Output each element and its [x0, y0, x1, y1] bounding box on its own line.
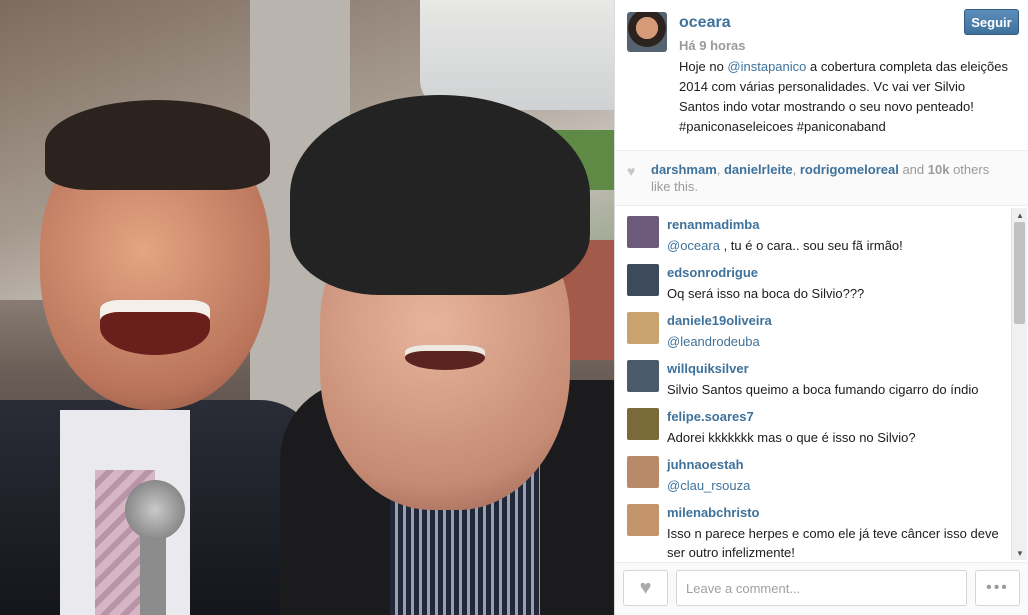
comment-body: Adorei kkkkkkk mas o que é isso no Silvi… — [667, 430, 916, 445]
likes-separator: , — [716, 162, 724, 177]
comment-item: milenabchristo Isso n parece herpes e co… — [615, 496, 1013, 560]
comment-list: renanmadimba @oceara , tu é o cara.. sou… — [615, 208, 1013, 560]
liker-link[interactable]: darshmam — [651, 162, 717, 177]
likes-and: and — [898, 162, 928, 177]
comment-text: @clau_rsouza — [667, 476, 1002, 495]
commenter-username[interactable]: milenabchristo — [667, 505, 759, 520]
post-side-panel: oceara Há 9 horas Seguir Hoje no @instap… — [614, 0, 1028, 615]
photo-microphone — [125, 480, 185, 540]
comment-text: Isso n parece herpes e como ele já teve … — [667, 524, 1002, 560]
commenter-username[interactable]: felipe.soares7 — [667, 409, 754, 424]
commenter-username[interactable]: edsonrodrigue — [667, 265, 758, 280]
likes-text: darshmam, danielrleite, rodrigomeloreal … — [651, 161, 1011, 195]
comment-item: felipe.soares7 Adorei kkkkkkk mas o que … — [615, 400, 1013, 448]
commenter-avatar[interactable] — [627, 312, 659, 344]
likes-summary: ♥ darshmam, danielrleite, rodrigomelorea… — [615, 150, 1028, 206]
photo-background-awning — [420, 0, 614, 110]
comment-item: renanmadimba @oceara , tu é o cara.. sou… — [615, 208, 1013, 256]
more-options-button[interactable]: ••• — [975, 570, 1020, 606]
comment-item: willquiksilver Silvio Santos queimo a bo… — [615, 352, 1013, 400]
commenter-username[interactable]: willquiksilver — [667, 361, 749, 376]
comment-body: , tu é o cara.. sou seu fã irmão! — [719, 238, 903, 253]
author-username[interactable]: oceara — [679, 14, 731, 32]
scrollbar-thumb[interactable] — [1014, 222, 1025, 324]
commenter-avatar[interactable] — [627, 456, 659, 488]
ellipsis-icon: ••• — [986, 579, 1009, 596]
comment-body: Isso n parece herpes e como ele já teve … — [667, 526, 999, 560]
scroll-up-arrow-icon[interactable]: ▲ — [1012, 208, 1028, 222]
caption-text: Hoje no — [679, 59, 728, 74]
comment-item: daniele19oliveira @leandrodeuba — [615, 304, 1013, 352]
liker-link[interactable]: danielrleite — [724, 162, 793, 177]
post-caption: Hoje no @instapanico a cobertura complet… — [679, 57, 1009, 137]
commenter-username[interactable]: daniele19oliveira — [667, 313, 772, 328]
commenter-avatar[interactable] — [627, 264, 659, 296]
photo-microphone-stem — [140, 535, 166, 615]
follow-button[interactable]: Seguir — [964, 9, 1019, 35]
comment-text: Oq será isso na boca do Silvio??? — [667, 284, 1002, 303]
commenter-avatar[interactable] — [627, 504, 659, 536]
comment-mention-link[interactable]: @clau_rsouza — [667, 478, 750, 493]
photo-left-person-hair — [45, 100, 270, 190]
comment-text: @oceara , tu é o cara.. sou seu fã irmão… — [667, 236, 1002, 255]
caption-mention-link[interactable]: @instapanico — [727, 59, 806, 74]
heart-icon: ♥ — [627, 163, 636, 179]
photo-right-person-mouth — [405, 345, 485, 370]
comment-item: edsonrodrigue Oq será isso na boca do Si… — [615, 256, 1013, 304]
comment-input[interactable] — [676, 570, 967, 606]
comment-text: @leandrodeuba — [667, 332, 1002, 351]
comment-text: Adorei kkkkkkk mas o que é isso no Silvi… — [667, 428, 1002, 447]
comment-mention-link[interactable]: @oceara — [667, 238, 720, 253]
photo-left-person-mouth — [100, 300, 210, 355]
comment-body: Silvio Santos queimo a boca fumando ciga… — [667, 382, 979, 397]
comment-body: Oq será isso na boca do Silvio??? — [667, 286, 865, 301]
post-timestamp[interactable]: Há 9 horas — [679, 38, 745, 53]
post-photo[interactable] — [0, 0, 614, 615]
comment-text: Silvio Santos queimo a boca fumando ciga… — [667, 380, 1002, 399]
commenter-avatar[interactable] — [627, 408, 659, 440]
author-avatar[interactable] — [627, 12, 667, 52]
scroll-down-arrow-icon[interactable]: ▼ — [1012, 546, 1028, 560]
likes-separator: , — [792, 162, 800, 177]
liker-link[interactable]: rodrigomeloreal — [800, 162, 899, 177]
commenter-avatar[interactable] — [627, 360, 659, 392]
comment-item: juhnaoestah @clau_rsouza — [615, 448, 1013, 496]
photo-right-person-hair — [290, 95, 590, 295]
comments-scrollbar[interactable]: ▲ ▼ — [1011, 208, 1027, 560]
like-button[interactable]: ♥ — [623, 570, 668, 606]
commenter-avatar[interactable] — [627, 216, 659, 248]
post-footer: ♥ ••• — [615, 562, 1028, 615]
post-header: oceara Há 9 horas Seguir Hoje no @instap… — [615, 0, 1028, 150]
likes-count[interactable]: 10k — [928, 162, 950, 177]
commenter-username[interactable]: juhnaoestah — [667, 457, 744, 472]
commenter-username[interactable]: renanmadimba — [667, 217, 759, 232]
comment-mention-link[interactable]: @leandrodeuba — [667, 334, 760, 349]
heart-icon: ♥ — [639, 576, 652, 599]
